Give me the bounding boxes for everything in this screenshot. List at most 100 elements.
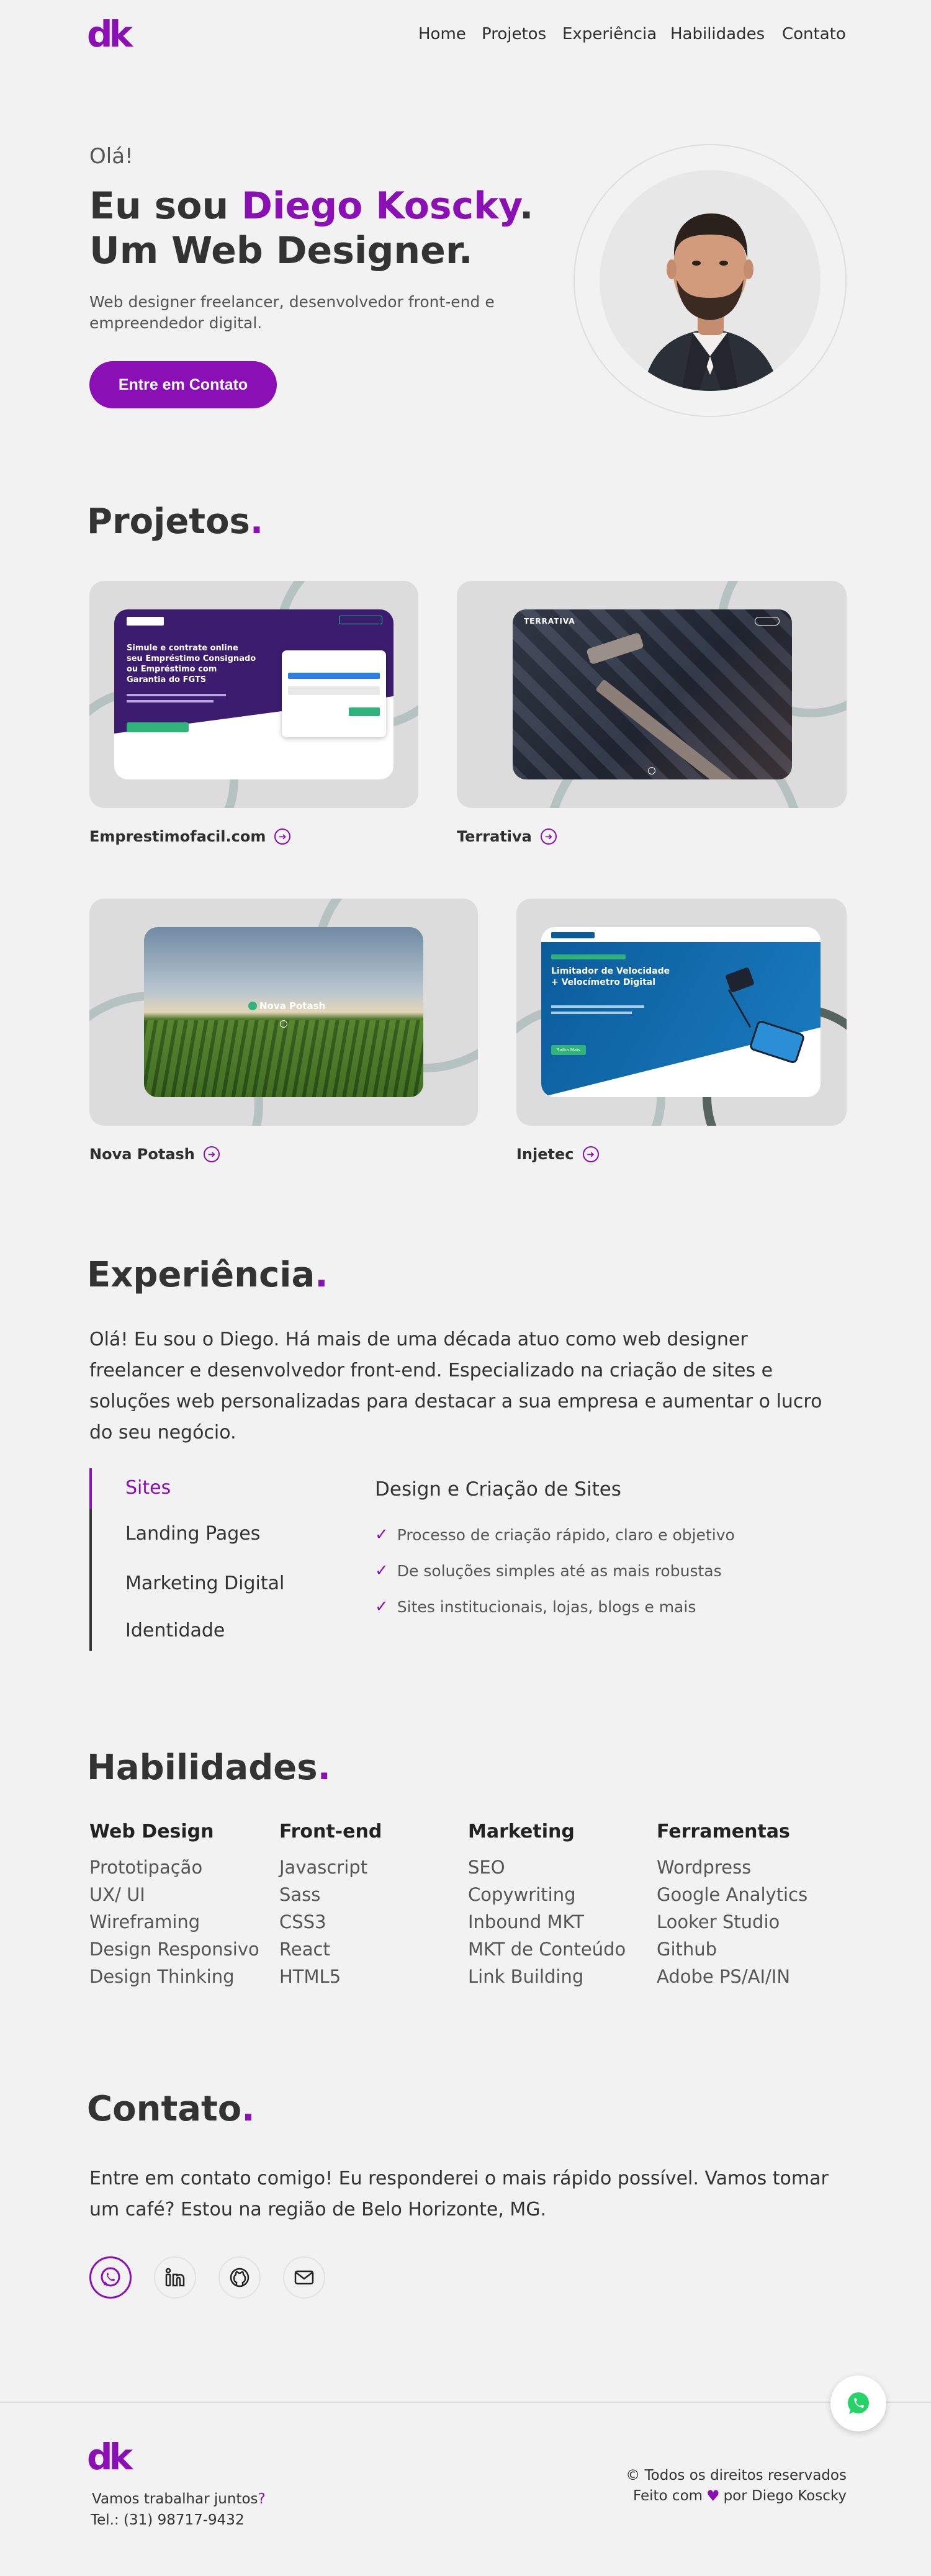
projects-title-dot: . [250, 501, 264, 542]
github-link[interactable] [218, 2256, 261, 2299]
project-name: Terrativa [457, 828, 532, 845]
experience-title-text: Experiência [87, 1255, 315, 1295]
arrow-right-circle-icon: ➜ [203, 1146, 220, 1162]
experience-panel-item: ✓ Sites institucionais, lojas, blogs e m… [375, 1597, 696, 1616]
logo[interactable]: dk [87, 16, 133, 52]
skills-title-text: Habilidades [87, 1748, 318, 1788]
hero-title-line2: Um Web Designer. [89, 229, 473, 272]
hero-greeting: Olá! [89, 144, 133, 169]
hero-title: Eu sou Diego Koscky. Um Web Designer. [89, 184, 534, 273]
project-brand: Nova Potash [248, 1000, 325, 1012]
footer-tagline: Vamos trabalhar juntos? [92, 2491, 266, 2507]
skill-item: Link Building [468, 1966, 584, 1987]
skill-item: Design Thinking [89, 1966, 235, 1987]
skill-item: Looker Studio [657, 1911, 780, 1932]
footer-made-prefix: Feito com [633, 2488, 703, 2504]
nav-projetos[interactable]: Projetos [482, 25, 546, 43]
footer-logo[interactable]: dk [87, 2439, 133, 2475]
footer-made-suffix: por Diego Koscky [723, 2488, 847, 2504]
skill-item: Github [657, 1939, 717, 1960]
tab-marketing-digital[interactable]: Marketing Digital [125, 1573, 284, 1594]
skills-title: Habilidades. [87, 1748, 331, 1788]
skill-item: Copywriting [468, 1884, 576, 1905]
mail-icon [294, 2270, 314, 2285]
skill-item: Wireframing [89, 1911, 200, 1932]
tab-identidade[interactable]: Identidade [125, 1620, 225, 1641]
project-link-emprestimofacil[interactable]: Emprestimofacil.com ➜ [89, 828, 291, 845]
project-name: Injetec [516, 1146, 574, 1163]
nav-home[interactable]: Home [418, 25, 466, 43]
footer-divider [0, 2402, 931, 2403]
skills-column-ferramentas: Ferramentas Wordpress Google Analytics L… [657, 1821, 807, 1990]
project-card-injetec[interactable]: Limitador de Velocidade + Velocímetro Di… [516, 899, 847, 1126]
skill-item: Sass [279, 1884, 321, 1905]
whatsapp-icon [848, 2392, 869, 2414]
linkedin-link[interactable] [154, 2256, 196, 2299]
project-card-nova-potash[interactable]: Nova Potash [89, 899, 478, 1126]
project-screenshot: Limitador de Velocidade + Velocímetro Di… [541, 927, 821, 1097]
tab-sites[interactable]: Sites [125, 1477, 171, 1499]
projects-title-text: Projetos [87, 501, 250, 542]
skills-heading: Web Design [89, 1821, 214, 1842]
skill-item: Wordpress [657, 1857, 752, 1878]
project-screenshot: TERRATIVA [513, 609, 792, 779]
hero-name: Diego Koscky [241, 184, 519, 228]
avatar [600, 170, 821, 391]
contact-cta-button[interactable]: Entre em Contato [89, 361, 277, 408]
experience-description: Olá! Eu sou o Diego. Há mais de uma déca… [89, 1329, 822, 1443]
project-link-injetec[interactable]: Injetec ➜ [516, 1146, 599, 1163]
arrow-right-circle-icon: ➜ [582, 1146, 599, 1162]
project-link-terrativa[interactable]: Terrativa ➜ [457, 828, 557, 845]
experience-panel-item: ✓ Processo de criação rápido, claro e ob… [375, 1525, 735, 1544]
nav-habilidades[interactable]: Habilidades [670, 25, 765, 43]
skills-heading: Front-end [279, 1821, 382, 1842]
experience-panel-heading: Design e Criação de Sites [375, 1478, 621, 1501]
skill-item: HTML5 [279, 1966, 341, 1987]
footer-rights: © Todos os direitos reservados [626, 2467, 847, 2484]
experience-title-dot: . [315, 1255, 328, 1295]
footer-credits: Feito com ♥ por Diego Koscky [633, 2487, 847, 2505]
hero-title-prefix: Eu sou [89, 184, 242, 228]
project-button-label: Saiba Mais [551, 1045, 586, 1055]
whatsapp-link[interactable] [89, 2256, 132, 2299]
project-card-terrativa[interactable]: TERRATIVA [457, 581, 847, 808]
experience-item-text: De soluções simples até as mais robustas [397, 1561, 722, 1580]
project-screenshot: Nova Potash [144, 927, 423, 1097]
skill-item: CSS3 [279, 1911, 326, 1932]
skill-item: React [279, 1939, 330, 1960]
footer-phone[interactable]: Tel.: (31) 98717-9432 [91, 2512, 245, 2528]
skill-item: SEO [468, 1857, 505, 1878]
skill-item: MKT de Conteúdo [468, 1939, 626, 1960]
projects-title: Projetos. [87, 501, 263, 542]
nav-experiencia[interactable]: Experiência [562, 25, 657, 43]
footer-tagline-text: Vamos trabalhar juntos [92, 2491, 258, 2507]
skill-item: Adobe PS/AI/IN [657, 1966, 791, 1987]
contact-title-dot: . [241, 2089, 255, 2129]
experience-panel-item: ✓ De soluções simples até as mais robust… [375, 1561, 722, 1580]
project-link-nova-potash[interactable]: Nova Potash ➜ [89, 1146, 220, 1163]
whatsapp-icon [101, 2267, 120, 2287]
hero-title-dot: . [519, 184, 534, 228]
arrow-right-circle-icon: ➜ [540, 828, 557, 845]
skills-heading: Ferramentas [657, 1821, 790, 1842]
nav-contato[interactable]: Contato [782, 25, 846, 43]
skills-title-dot: . [317, 1748, 331, 1788]
whatsapp-float-button[interactable] [830, 2376, 886, 2431]
project-headline: Limitador de Velocidade + Velocímetro Di… [551, 966, 670, 987]
skills-column-web-design: Web Design Prototipação UX/ UI Wireframi… [89, 1821, 259, 1990]
email-link[interactable] [283, 2256, 325, 2299]
hero-subtitle: Web designer freelancer, desenvolvedor f… [89, 293, 495, 332]
check-icon: ✓ [375, 1597, 389, 1616]
check-icon: ✓ [375, 1525, 389, 1544]
skill-item: Prototipação [89, 1857, 203, 1878]
contact-title-text: Contato [87, 2089, 242, 2129]
experience-title: Experiência. [87, 1255, 328, 1295]
skill-item: Javascript [279, 1857, 368, 1878]
footer-tagline-mark: ? [258, 2491, 266, 2507]
project-brand: TERRATIVA [524, 617, 575, 626]
tab-landing-pages[interactable]: Landing Pages [125, 1523, 260, 1545]
nova-potash-logo-icon [248, 1002, 257, 1010]
project-card-emprestimofacil[interactable]: Simule e contrate online seu Empréstimo … [89, 581, 418, 808]
skills-column-front-end: Front-end Javascript Sass CSS3 React HTM… [279, 1821, 382, 1990]
experience-item-text: Sites institucionais, lojas, blogs e mai… [397, 1597, 696, 1616]
